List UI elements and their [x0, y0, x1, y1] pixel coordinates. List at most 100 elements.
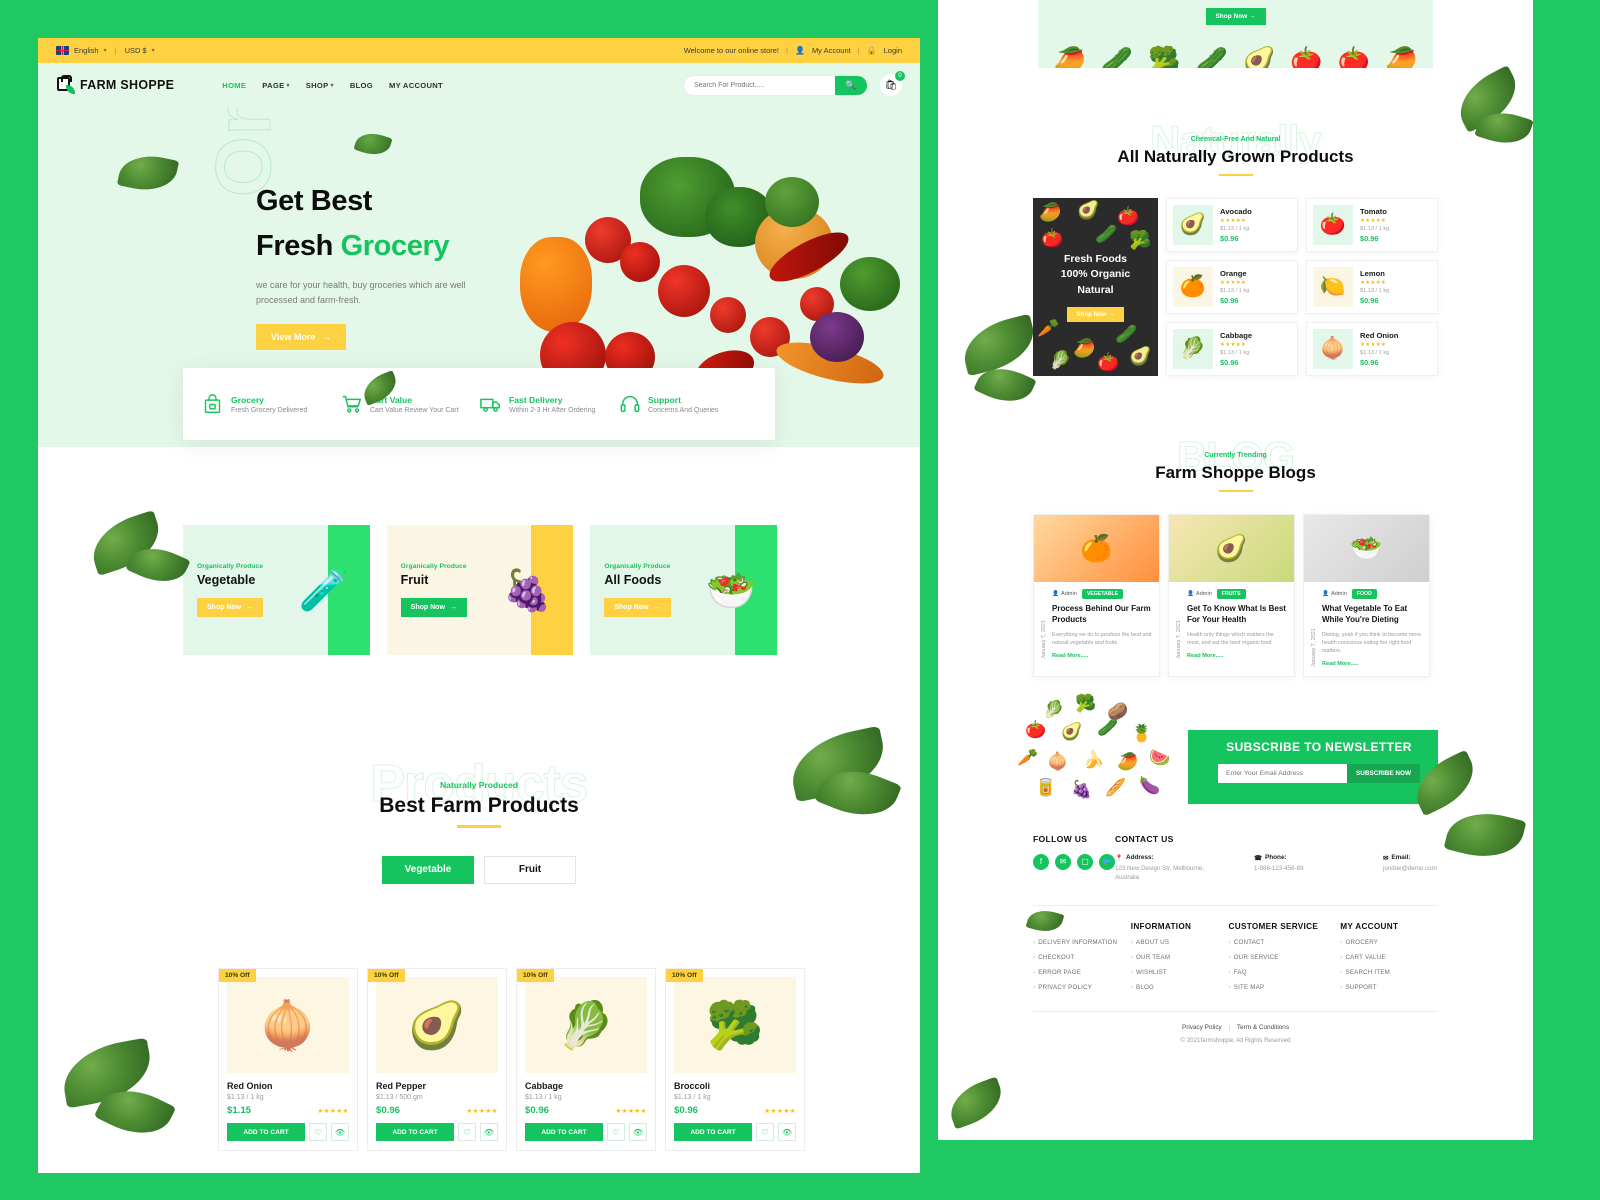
blog-tag[interactable]: FOOD [1351, 589, 1377, 599]
search-bar[interactable]: 🔍 [683, 74, 868, 96]
product-card[interactable]: 10% Off 🧅 Red Onion $1.13 / 1 kg $1.15 ★… [218, 968, 358, 1151]
footer-link[interactable]: › ERROR PAGE [1033, 969, 1131, 976]
mini-product-card[interactable]: 🍋 Lemon ★★★★★ $1.13 / 1 kg $0.96 [1306, 260, 1438, 314]
category-card-fruit[interactable]: 🍇 Organically Produce Fruit Shop Now → [386, 525, 574, 655]
shop-now-button[interactable]: Shop Now → [604, 598, 671, 617]
login-link[interactable]: Login [884, 46, 902, 55]
mini-product-card[interactable]: 🥑 Avocado ★★★★★ $1.13 / 1 kg $0.96 [1166, 198, 1298, 252]
chevron-right-icon: › [1130, 983, 1134, 991]
category-name: All Foods [604, 573, 662, 587]
footer-link[interactable]: › SEARCH ITEM [1340, 969, 1438, 976]
quick-view-eye-icon[interactable]: 👁 [331, 1123, 349, 1141]
newsletter-form: SUBSCRIBE NOW [1218, 763, 1420, 783]
wishlist-heart-icon[interactable]: ♡ [607, 1123, 625, 1141]
footer-link[interactable]: › PRIVACY POLICY [1033, 984, 1131, 991]
add-to-cart-button[interactable]: ADD TO CART [674, 1123, 752, 1141]
quick-view-eye-icon[interactable]: 👁 [778, 1123, 796, 1141]
chevron-right-icon: › [1340, 938, 1343, 946]
shop-now-label: Shop Now [410, 604, 445, 611]
shop-now-button[interactable]: Shop Now → [400, 598, 467, 617]
read-more-link[interactable]: Read More..... [1187, 653, 1287, 659]
promo-card[interactable]: 🥭 🥑 🍅 🍅 🥒 🥦 🥕 🥭 🥒 🥬 🍅 🥑 Fresh Foods 100% Organ… [1033, 198, 1158, 376]
currency-selector-label[interactable]: USD $ [125, 46, 147, 55]
newsletter-email-input[interactable] [1218, 763, 1347, 783]
footer-link[interactable]: › WISHLIST [1131, 969, 1229, 976]
privacy-policy-link[interactable]: Privacy Policy [1182, 1024, 1222, 1031]
shopping-bag-icon: 🛍 [884, 79, 898, 91]
language-selector-label[interactable]: English [74, 46, 99, 55]
mini-product-card[interactable]: 🧅 Red Onion ★★★★★ $1.13 / 1 kg $0.96 [1306, 322, 1438, 376]
product-card[interactable]: 10% Off 🥦 Broccoli $1.13 / 1 kg $0.96 ★★… [665, 968, 805, 1151]
add-to-cart-button[interactable]: ADD TO CART [227, 1123, 305, 1141]
blog-image: 🥗 [1304, 515, 1429, 582]
nav-item-my-account[interactable]: MY ACCOUNT [389, 81, 443, 90]
add-to-cart-button[interactable]: ADD TO CART [525, 1123, 603, 1141]
product-card[interactable]: 10% Off 🥑 Red Pepper $1.13 / 500 gm $0.9… [367, 968, 507, 1151]
chevron-down-icon[interactable]: ▾ [152, 47, 155, 54]
blog-card[interactable]: 🥗 January 7, 2021 👤 Admin FOOD What Vege… [1303, 514, 1430, 677]
footer-link[interactable]: › CART VALUE [1340, 954, 1438, 961]
footer-link[interactable]: › CHECKOUT [1033, 954, 1131, 961]
promo-shop-now-button[interactable]: Shop Now → [1067, 306, 1124, 322]
footer-link[interactable]: › DELIVERY INFORMATION [1033, 939, 1131, 946]
terms-conditions-link[interactable]: Term & Conditions [1237, 1024, 1289, 1031]
instagram-icon[interactable]: ▢ [1077, 853, 1093, 870]
brand-name: FARM SHOPPE [80, 78, 175, 92]
facebook-icon[interactable]: f [1033, 853, 1049, 870]
discount-badge: 10% Off [368, 969, 405, 982]
quick-view-eye-icon[interactable]: 👁 [629, 1123, 647, 1141]
footer-link[interactable]: › OUR TEAM [1131, 954, 1229, 961]
wishlist-heart-icon[interactable]: ♡ [756, 1123, 774, 1141]
product-unit: $1.13 / 1 kg [525, 1094, 562, 1101]
footer-link[interactable]: › SUPPORT [1340, 984, 1438, 991]
product-image: 🥦 [674, 977, 796, 1073]
nav-item-page[interactable]: PAGE ▾ [262, 81, 289, 90]
chevron-down-icon[interactable]: ▾ [104, 47, 107, 54]
blog-image: 🥑 [1169, 515, 1294, 582]
hero-subtext: we care for your health, buy groceries w… [256, 279, 466, 305]
cart-button[interactable]: 🛍 0 [880, 71, 905, 96]
blog-card[interactable]: 🍊 January 7, 2021 👤 Admin VEGETABLE Proc… [1033, 514, 1160, 677]
search-input[interactable] [684, 81, 835, 89]
nav-item-blog[interactable]: BLOG [350, 81, 373, 90]
hero-shop-now-button[interactable]: Shop Now → [1205, 8, 1266, 25]
view-more-button[interactable]: View More → [256, 323, 347, 350]
footer-link[interactable]: › CONTACT [1229, 939, 1341, 946]
blog-grid: 🍊 January 7, 2021 👤 Admin VEGETABLE Proc… [1033, 514, 1438, 677]
my-account-link[interactable]: My Account [812, 46, 851, 55]
read-more-link[interactable]: Read More..... [1322, 661, 1422, 667]
wishlist-heart-icon[interactable]: ♡ [458, 1123, 476, 1141]
mail-icon[interactable]: ✉ [1055, 853, 1071, 870]
read-more-link[interactable]: Read More..... [1052, 653, 1152, 659]
blog-tag[interactable]: VEGETABLE [1081, 589, 1124, 599]
column-title: LINK [1033, 921, 1054, 931]
shop-now-button[interactable]: Shop Now → [197, 598, 264, 617]
product-price: $0.96 [376, 1105, 401, 1116]
add-to-cart-button[interactable]: ADD TO CART [376, 1123, 454, 1141]
footer-link[interactable]: › ABOUT US [1131, 939, 1229, 946]
mini-product-card[interactable]: 🍊 Orange ★★★★★ $1.13 / 1 kg $0.96 [1166, 260, 1298, 314]
category-card-vegetable[interactable]: 🧪 Organically Produce Vegetable Shop Now… [183, 525, 370, 655]
footer-link[interactable]: › OUR SERVICE [1229, 954, 1341, 961]
footer-link[interactable]: › GROCERY [1340, 939, 1438, 946]
search-button[interactable]: 🔍 [835, 75, 867, 95]
contact-email: ✉ Email: jondoe@demo.com [1383, 854, 1478, 883]
mini-product-card[interactable]: 🥬 Cabbage ★★★★★ $1.13 / 1 kg $0.96 [1166, 322, 1298, 376]
product-card[interactable]: 10% Off 🥬 Cabbage $1.13 / 1 kg $0.96 ★★★… [516, 968, 656, 1151]
tab-fruit[interactable]: Fruit [484, 855, 576, 884]
subscribe-now-button[interactable]: SUBSCRIBE NOW [1346, 763, 1420, 783]
nav-item-shop[interactable]: SHOP ▾ [306, 81, 334, 90]
footer-link[interactable]: › FAQ [1229, 969, 1341, 976]
nav-item-home[interactable]: HOME [222, 81, 246, 90]
blog-card[interactable]: 🥑 January 7, 2021 👤 Admin FRUITS Get To … [1168, 514, 1295, 677]
tab-vegetable[interactable]: Vegetable [382, 855, 474, 884]
footer-link[interactable]: › SITE MAP [1229, 984, 1341, 991]
twitter-icon[interactable]: 🐦 [1099, 853, 1115, 870]
wishlist-heart-icon[interactable]: ♡ [309, 1123, 327, 1141]
footer-link[interactable]: › BLOG [1131, 984, 1229, 991]
category-card-all-foods[interactable]: 🥗 Organically Produce All Foods Shop Now… [590, 525, 778, 655]
blog-tag[interactable]: FRUITS [1216, 589, 1246, 599]
mini-product-card[interactable]: 🍅 Tomato ★★★★★ $1.13 / 1 kg $0.96 [1306, 198, 1438, 252]
quick-view-eye-icon[interactable]: 👁 [480, 1123, 498, 1141]
brand-logo[interactable]: FARM SHOPPE [56, 74, 175, 95]
